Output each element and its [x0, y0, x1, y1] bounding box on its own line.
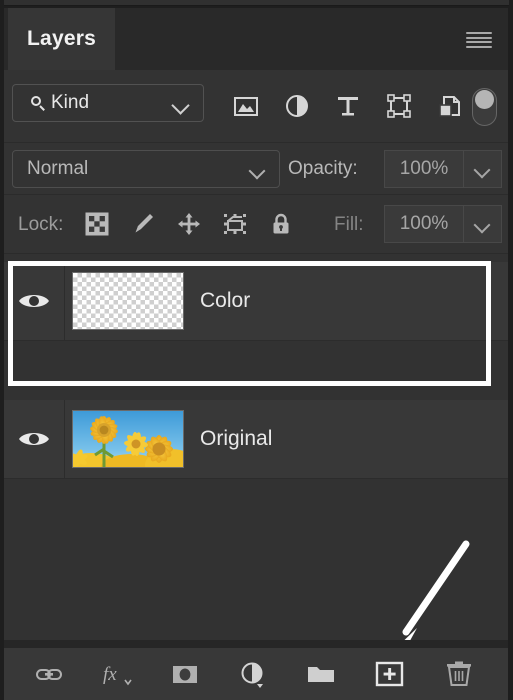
smart-object-icon[interactable] — [436, 92, 464, 120]
opacity-stepper[interactable] — [464, 150, 502, 188]
menu-line — [466, 45, 492, 48]
fill-label: Fill: — [334, 214, 364, 235]
layers-panel: Layers Kind Normal Opacity: 100% Lock: F… — [0, 0, 513, 700]
opacity-label: Opacity: — [288, 158, 358, 179]
folder-icon[interactable] — [306, 659, 336, 689]
chevron-down-icon — [473, 216, 491, 234]
plus-square-icon[interactable] — [374, 658, 406, 690]
panel-tab-bar: Layers — [4, 8, 508, 70]
lock-icons — [84, 195, 294, 253]
checkerboard-icon[interactable] — [84, 211, 110, 237]
brush-icon[interactable] — [130, 211, 156, 237]
layer-visibility-toggle[interactable] — [4, 400, 65, 478]
table-row[interactable]: Original — [4, 400, 508, 479]
lock-label: Lock: — [18, 214, 64, 235]
fill-value: 100% — [399, 213, 449, 234]
opacity-input[interactable]: 100% — [384, 150, 464, 188]
filter-kind-select[interactable]: Kind — [12, 84, 204, 122]
padlock-icon[interactable] — [268, 211, 294, 237]
eye-icon — [19, 295, 49, 307]
image-icon[interactable] — [232, 92, 260, 120]
half-circle-icon[interactable] — [283, 92, 311, 120]
fill-input[interactable]: 100% — [384, 205, 464, 243]
toolbar-separator — [4, 640, 508, 648]
window-border-right — [508, 0, 513, 700]
sunflowers-photo — [73, 411, 183, 467]
tab-layers-label: Layers — [27, 27, 96, 50]
menu-line — [466, 36, 492, 39]
lock-row: Lock: Fill: 100% — [4, 194, 508, 254]
layer-thumbnail[interactable] — [72, 272, 184, 330]
blend-mode-row: Normal Opacity: 100% — [4, 142, 508, 194]
window-border-top — [0, 0, 513, 8]
text-t-icon[interactable] — [334, 92, 362, 120]
blend-mode-value: Normal — [27, 158, 89, 179]
eye-icon — [19, 433, 49, 445]
link-icon[interactable] — [34, 659, 64, 689]
menu-line — [466, 41, 492, 44]
panel-menu-icon[interactable] — [466, 30, 492, 50]
half-circle-icon[interactable] — [238, 659, 268, 689]
shape-bounds-icon[interactable] — [385, 92, 413, 120]
chevron-down-icon — [248, 162, 266, 180]
filter-row: Kind — [4, 70, 508, 142]
move-arrows-icon[interactable] — [176, 211, 202, 237]
layers-bottom-toolbar: fx — [4, 648, 508, 700]
trash-icon[interactable] — [444, 659, 474, 689]
chevron-down-icon — [171, 96, 190, 115]
tab-layers[interactable]: Layers — [8, 8, 115, 70]
fx-icon[interactable]: fx — [102, 659, 132, 689]
layers-list: Color Original — [4, 255, 508, 640]
blend-mode-select[interactable]: Normal — [12, 150, 280, 188]
svg-text:fx: fx — [103, 664, 117, 685]
filter-kind-label: Kind — [51, 92, 90, 113]
mask-icon[interactable] — [170, 659, 200, 689]
toggle-knob — [475, 90, 494, 109]
fill-stepper[interactable] — [464, 205, 502, 243]
filter-type-icons — [232, 70, 464, 142]
layer-name[interactable]: Original — [200, 400, 272, 478]
search-icon — [31, 95, 46, 111]
menu-line — [466, 32, 492, 34]
table-row[interactable]: Color — [4, 262, 508, 341]
layer-thumbnail[interactable] — [72, 410, 184, 468]
layer-name[interactable]: Color — [200, 262, 250, 340]
artboard-icon[interactable] — [222, 211, 248, 237]
filter-enable-toggle[interactable] — [472, 88, 497, 126]
chevron-down-icon — [473, 161, 491, 179]
opacity-value: 100% — [399, 158, 449, 179]
layer-visibility-toggle[interactable] — [4, 262, 65, 340]
window-border-top-inner — [4, 0, 509, 6]
